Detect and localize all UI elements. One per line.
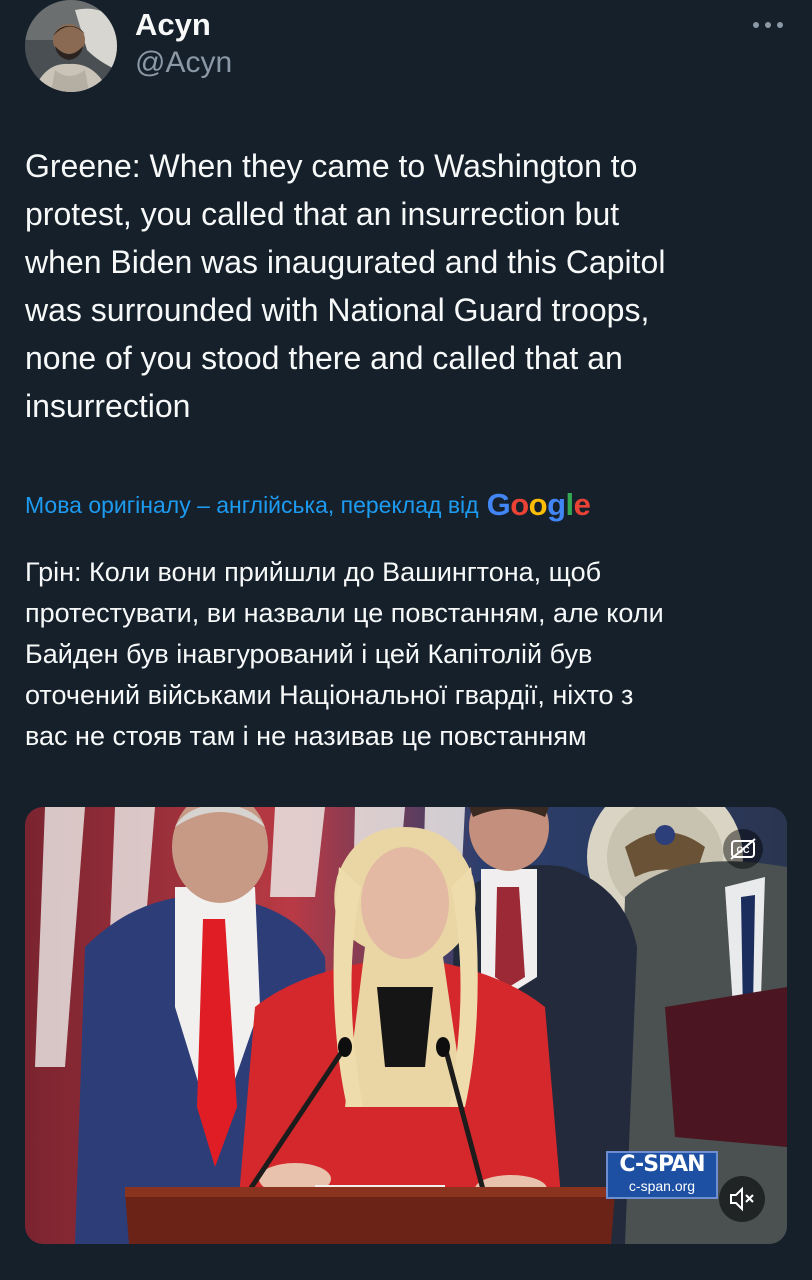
volume-muted-icon[interactable] <box>719 1176 765 1222</box>
author-handle[interactable]: @Acyn <box>135 44 232 82</box>
author-avatar[interactable] <box>25 0 117 92</box>
more-horizontal-icon[interactable] <box>748 10 788 40</box>
google-logo-letter: g <box>547 487 566 522</box>
translated-tweet-text: Грін: Коли вони прийшли до Вашингтона, щ… <box>25 557 664 751</box>
google-logo: Google <box>487 487 591 523</box>
google-logo-letter: e <box>573 487 591 522</box>
tweet-text: Greene: When they came to Washington to … <box>25 148 666 424</box>
google-logo-letter: l <box>565 487 575 522</box>
captions-off-icon[interactable]: CC <box>723 829 763 869</box>
cspan-watermark: C-SPAN c-span.org <box>606 1151 718 1199</box>
cspan-url: c-span.org <box>628 1178 696 1194</box>
google-logo-letter: G <box>486 487 511 522</box>
translation-attribution[interactable]: Мова оригіналу – англійська, переклад ві… <box>25 485 795 525</box>
cspan-name: C-SPAN <box>619 1152 705 1177</box>
tweet-page: Acyn @Acyn Greene: When they came to Was… <box>0 0 812 1280</box>
author-display-name[interactable]: Acyn <box>135 6 211 44</box>
translation-label[interactable]: Мова оригіналу – англійська, переклад ві… <box>25 490 479 520</box>
user-avatar-image <box>25 0 117 92</box>
google-logo-letter: o <box>510 487 529 522</box>
google-logo-letter: o <box>528 487 548 522</box>
